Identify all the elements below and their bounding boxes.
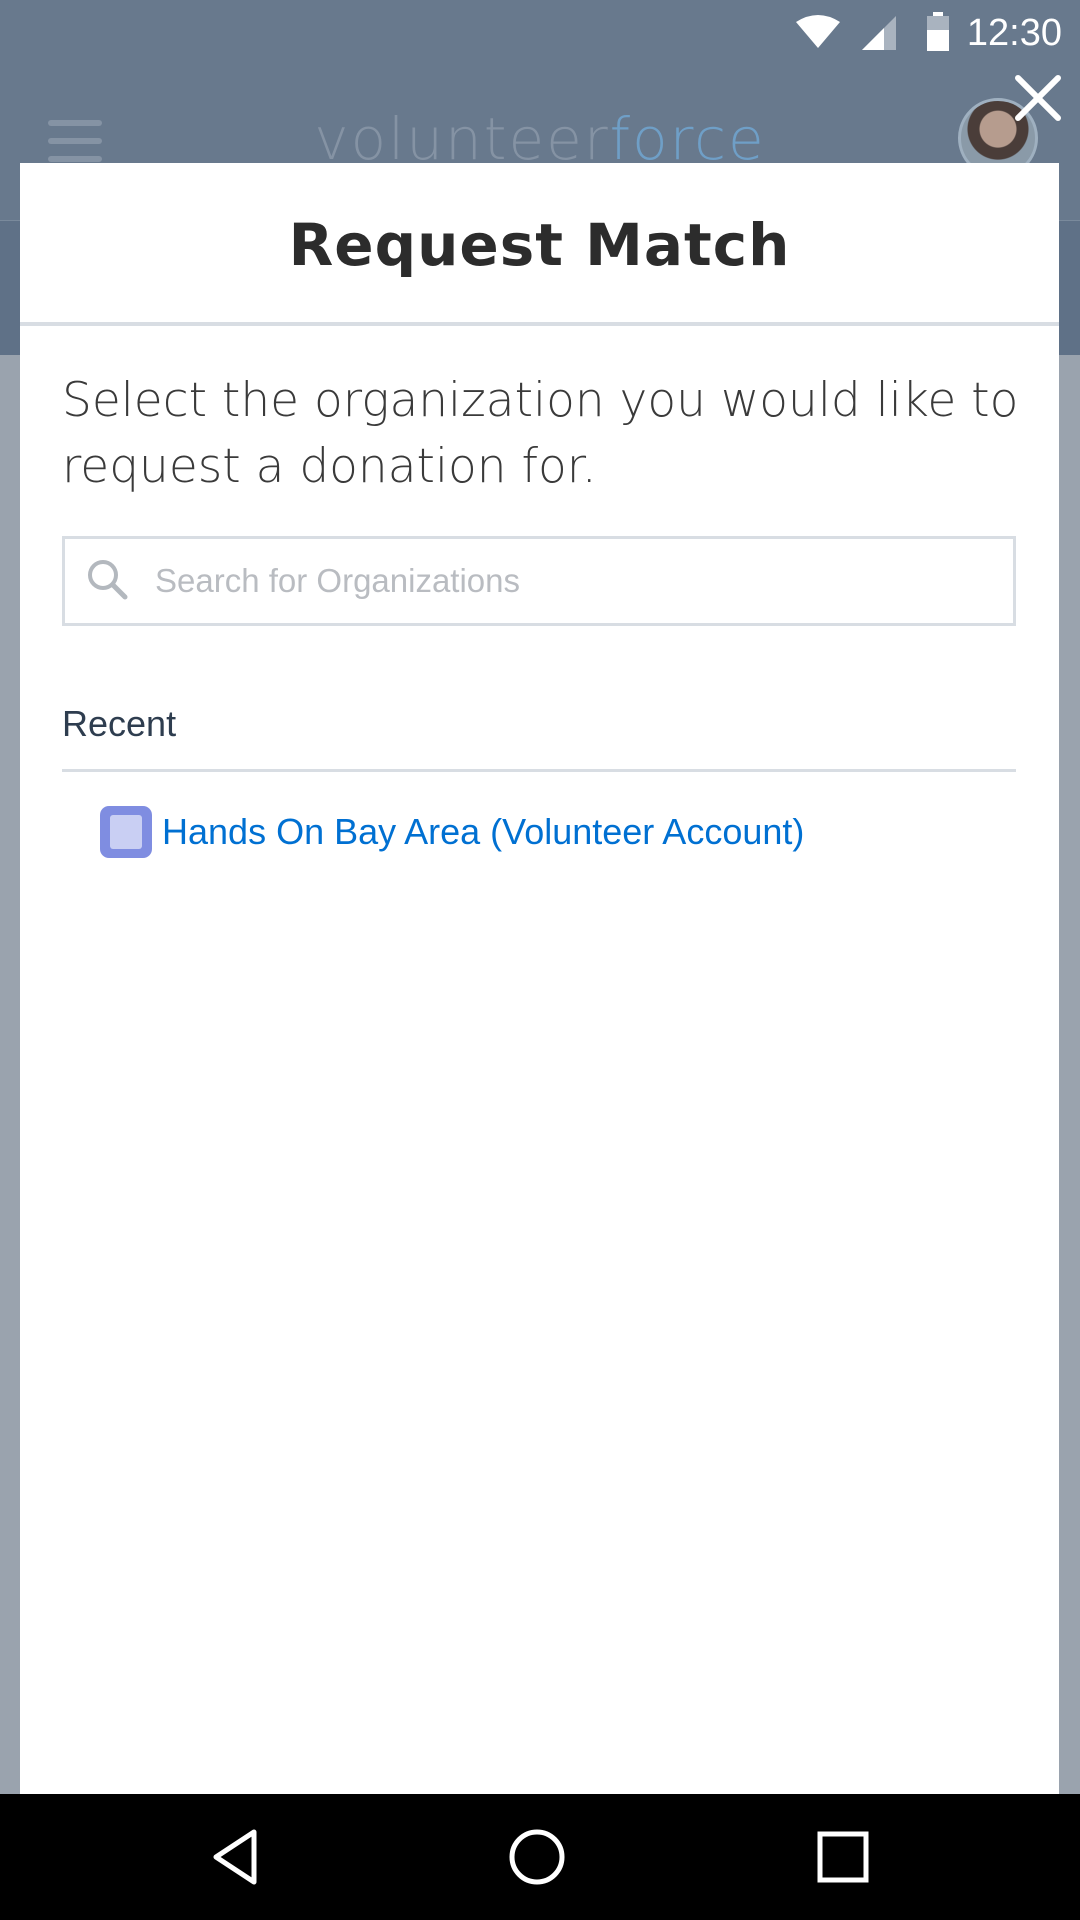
home-icon[interactable] [504, 1824, 570, 1890]
status-bar: 12:30 [0, 0, 1080, 66]
recents-icon[interactable] [810, 1824, 876, 1890]
recent-item-label[interactable]: Hands On Bay Area (Volunteer Account) [162, 811, 804, 853]
instructions-text: Select the organization you would like t… [62, 373, 1019, 494]
search-box[interactable] [62, 536, 1016, 626]
account-icon [100, 806, 152, 858]
request-match-modal: Request Match Select the organization yo… [20, 163, 1059, 1794]
section-divider [62, 769, 1016, 772]
modal-title: Request Match [288, 211, 791, 279]
recent-label: Recent [62, 703, 177, 744]
signal-icon [862, 16, 896, 50]
wifi-icon [796, 15, 840, 48]
status-time: 12:30 [966, 12, 1062, 54]
modal-header: Request Match [20, 163, 1059, 326]
back-icon[interactable] [204, 1824, 270, 1890]
close-icon[interactable] [1012, 72, 1064, 124]
screen: volunteerforce 12:30 Request Match Selec… [0, 0, 1080, 1920]
search-input[interactable] [145, 539, 1005, 623]
navigation-bar [0, 1794, 1080, 1920]
search-icon [88, 560, 128, 600]
recent-item-hands-on-bay-area[interactable]: Hands On Bay Area (Volunteer Account) [100, 801, 804, 863]
battery-icon [927, 12, 949, 51]
